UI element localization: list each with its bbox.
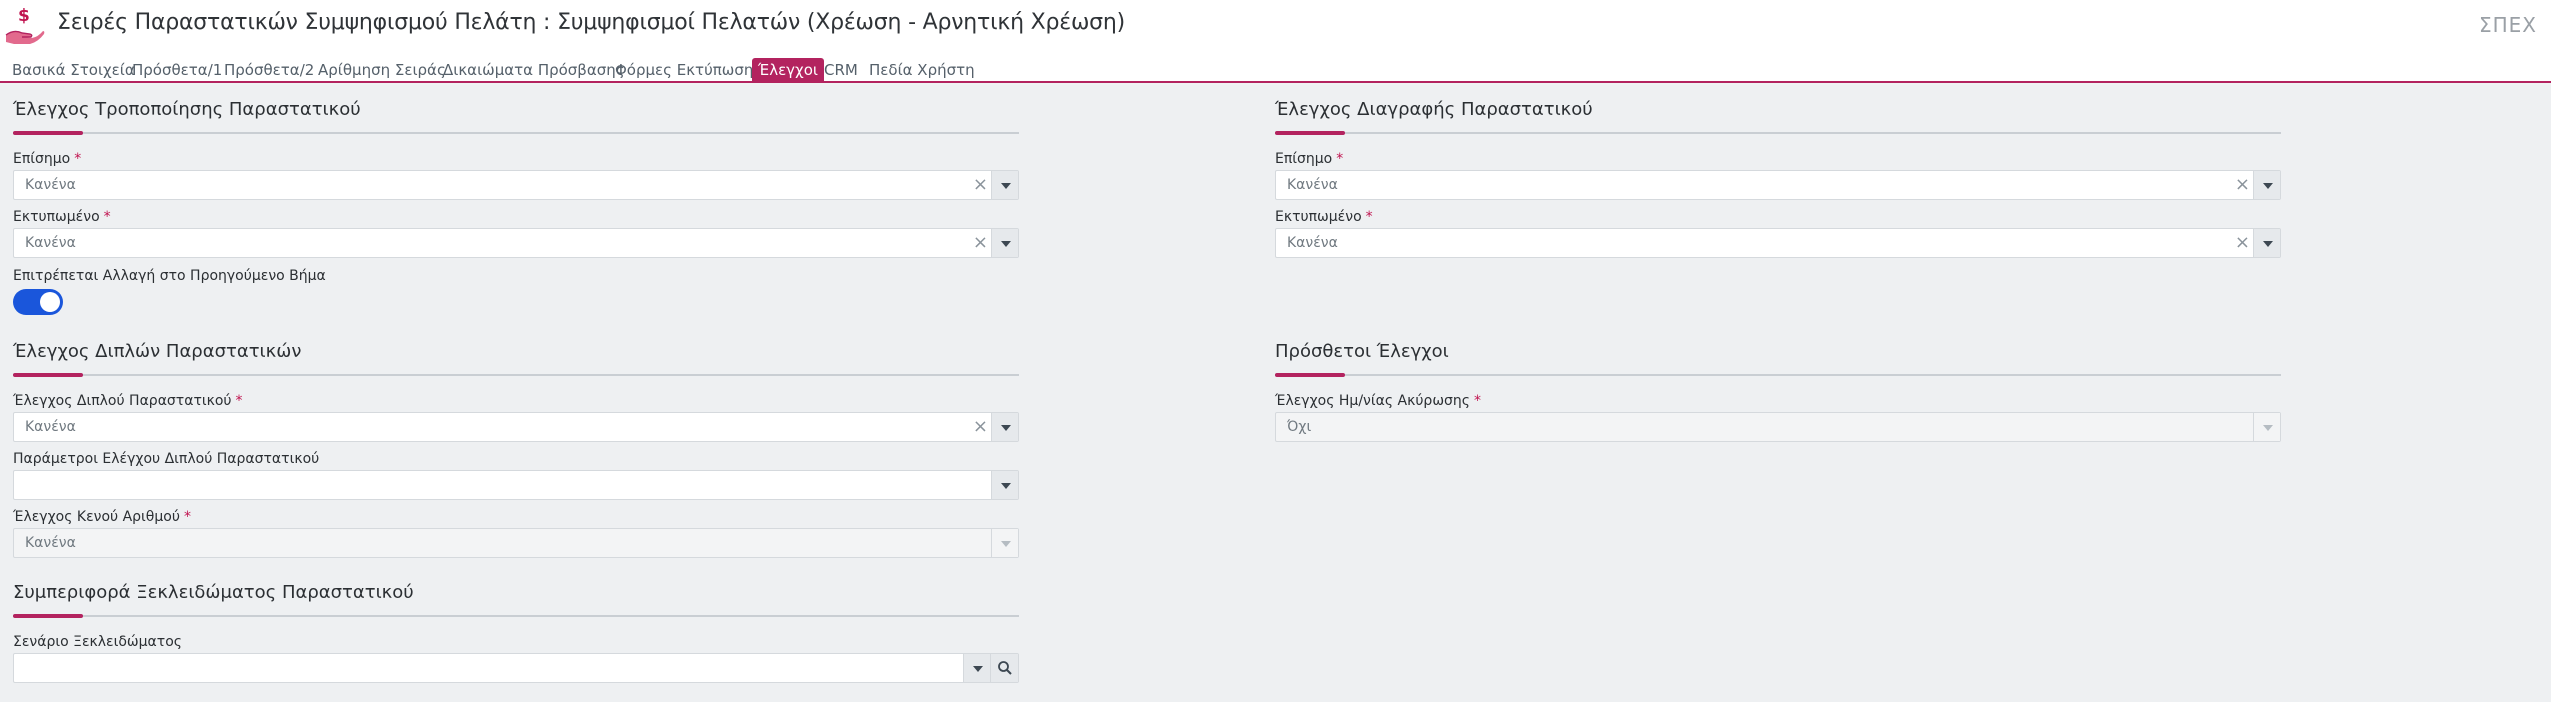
chevron-down-icon[interactable] (991, 471, 1018, 499)
extra-checks-title: Πρόσθετοι Έλεγχοι (1275, 341, 1449, 362)
modify-check-title: Έλεγχος Τροποποίησης Παραστατικού (13, 99, 361, 120)
duplicate-params-select[interactable] (13, 470, 1019, 500)
allow-change-toggle[interactable] (13, 289, 63, 315)
clear-icon[interactable]: × (973, 416, 988, 437)
gap-check-label: Έλεγχος Κενού Αριθμού * (13, 509, 191, 525)
modify-official-label: Επίσημο * (13, 151, 82, 167)
tab-bar: Βασικά Στοιχεία Πρόσθετα/1 Πρόσθετα/2 Αρ… (0, 56, 2551, 83)
chevron-down-icon[interactable] (991, 229, 1018, 257)
page-title: Σειρές Παραστατικών Συμψηφισμού Πελάτη :… (57, 10, 1126, 35)
duplicate-params-label: Παράμετροι Ελέγχου Διπλού Παραστατικού (13, 451, 320, 467)
app-code: ΣΠΕΧ (2478, 13, 2537, 37)
unlock-title: Συμπεριφορά Ξεκλειδώματος Παραστατικού (13, 582, 414, 603)
clear-icon[interactable]: × (973, 232, 988, 253)
delete-printed-label: Εκτυπωμένο * (1275, 209, 1373, 225)
cancel-date-check-select: Όχι (1275, 412, 2281, 442)
modify-printed-label: Εκτυπωμένο * (13, 209, 111, 225)
tab-checks[interactable]: Έλεγχοι (752, 58, 824, 83)
chevron-down-icon (2253, 413, 2280, 441)
unlock-scenario-select[interactable] (13, 653, 1019, 683)
duplicate-check-select[interactable]: Κανένα × (13, 412, 1019, 442)
tab-extra-2[interactable]: Πρόσθετα/2 (218, 59, 320, 81)
section-divider (1275, 131, 2281, 135)
chevron-down-icon[interactable] (963, 654, 990, 682)
chevron-down-icon[interactable] (2253, 171, 2280, 199)
allow-change-label: Επιτρέπεται Αλλαγή στο Προηγούμενο Βήμα (13, 268, 326, 284)
chevron-down-icon[interactable] (991, 413, 1018, 441)
tab-access-rights[interactable]: Δικαιώματα Πρόσβασης (437, 59, 631, 81)
clear-icon[interactable]: × (2235, 232, 2250, 253)
tab-series-numbering[interactable]: Αρίθμηση Σειράς (312, 59, 452, 81)
modify-official-select[interactable]: Κανένα × (13, 170, 1019, 200)
tab-user-fields[interactable]: Πεδία Χρήστη (863, 59, 981, 81)
unlock-scenario-label: Σενάριο Ξεκλειδώματος (13, 634, 182, 650)
delete-printed-select[interactable]: Κανένα × (1275, 228, 2281, 258)
tab-extra-1[interactable]: Πρόσθετα/1 (126, 59, 228, 81)
tab-basic-info[interactable]: Βασικά Στοιχεία (6, 59, 141, 81)
gap-check-select: Κανένα (13, 528, 1019, 558)
svg-text:$: $ (18, 6, 30, 26)
modify-printed-select[interactable]: Κανένα × (13, 228, 1019, 258)
header-bar: $ Σειρές Παραστατικών Συμψηφισμού Πελάτη… (0, 0, 2551, 56)
section-divider (13, 373, 1019, 377)
chevron-down-icon[interactable] (2253, 229, 2280, 257)
section-divider (1275, 373, 2281, 377)
duplicate-check-title: Έλεγχος Διπλών Παραστατικών (13, 341, 302, 362)
tab-crm[interactable]: CRM (818, 59, 864, 81)
section-divider (13, 131, 1019, 135)
hand-dollar-icon: $ (5, 6, 45, 44)
chevron-down-icon (991, 529, 1018, 557)
cancel-date-check-label: Έλεγχος Ημ/νίας Ακύρωσης * (1275, 393, 1482, 409)
search-icon[interactable] (990, 654, 1018, 682)
duplicate-check-label: Έλεγχος Διπλού Παραστατικού * (13, 393, 243, 409)
tab-print-forms[interactable]: Φόρμες Εκτύπωσης (609, 59, 768, 81)
delete-official-label: Επίσημο * (1275, 151, 1344, 167)
delete-check-title: Έλεγχος Διαγραφής Παραστατικού (1275, 99, 1593, 120)
chevron-down-icon[interactable] (991, 171, 1018, 199)
clear-icon[interactable]: × (2235, 174, 2250, 195)
clear-icon[interactable]: × (973, 174, 988, 195)
delete-official-select[interactable]: Κανένα × (1275, 170, 2281, 200)
checks-form: Έλεγχος Τροποποίησης Παραστατικού Επίσημ… (0, 85, 2551, 702)
section-divider (13, 614, 1019, 618)
